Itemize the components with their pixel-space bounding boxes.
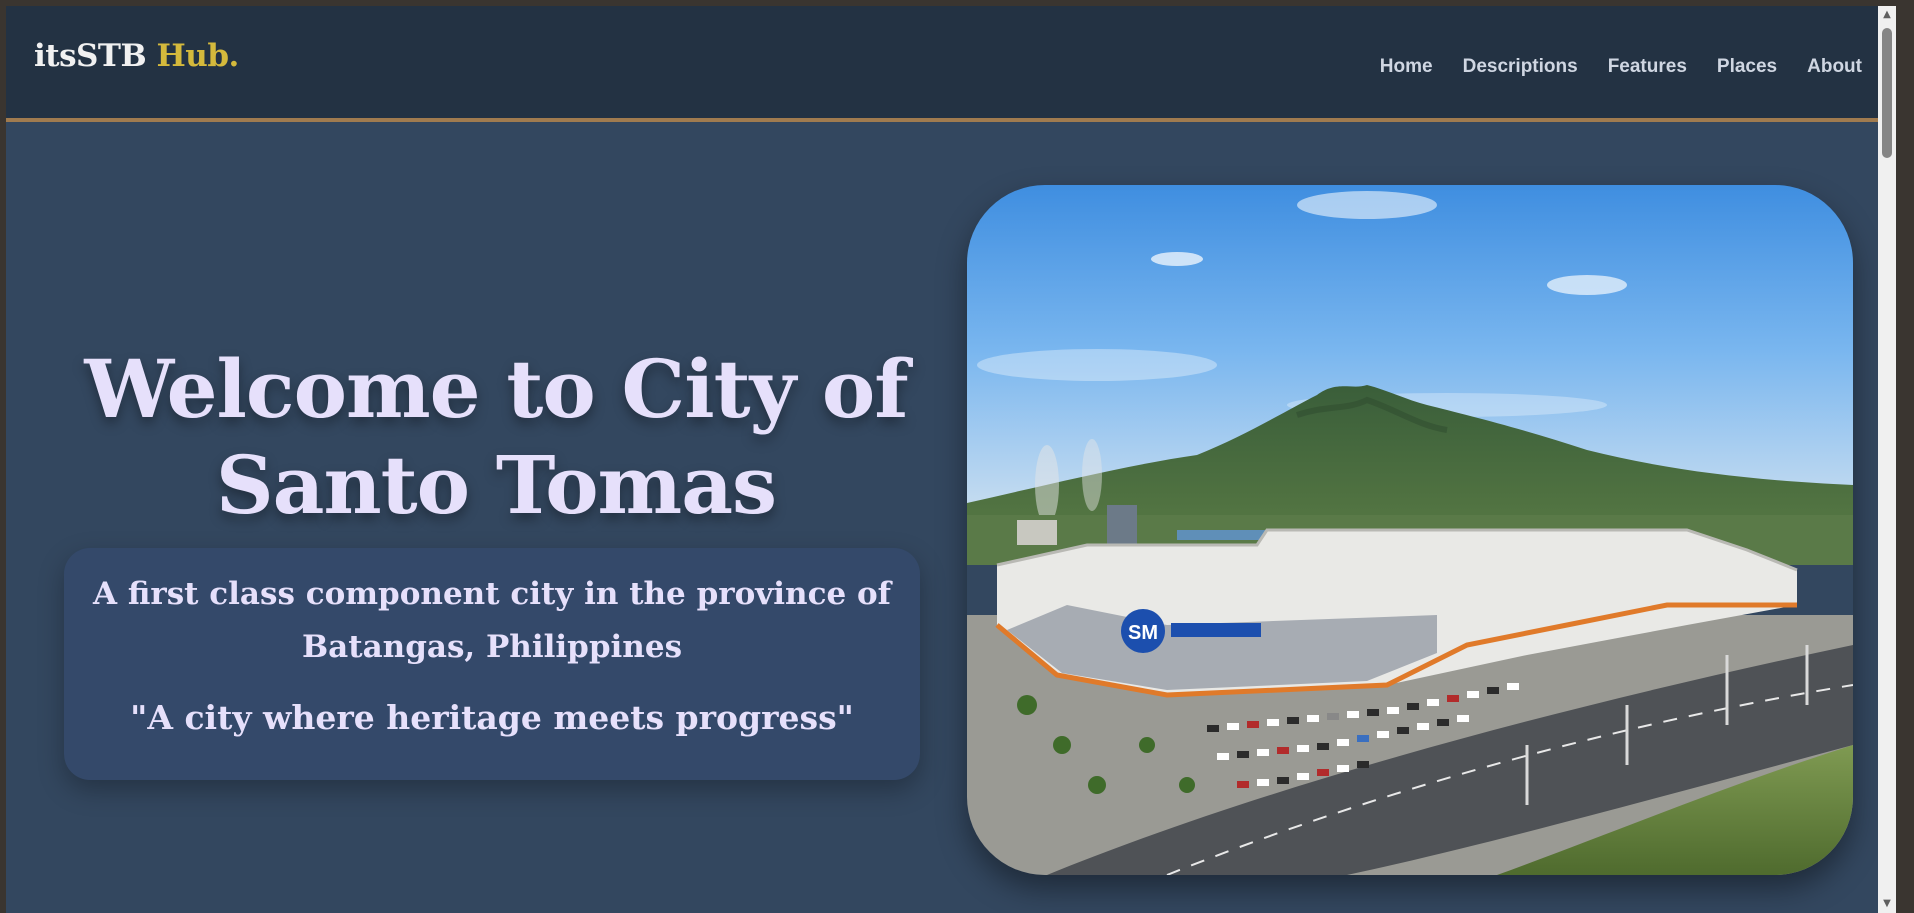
nav-menu: Home Descriptions Features Places About [1380, 56, 1862, 78]
vertical-scrollbar[interactable]: ▲ ▼ [1878, 6, 1896, 913]
info-card: A first class component city in the prov… [64, 548, 920, 780]
navbar: itsSTB Hub. Home Descriptions Features P… [6, 6, 1896, 122]
nav-link-features[interactable]: Features [1608, 56, 1687, 78]
nav-link-home[interactable]: Home [1380, 56, 1433, 78]
nav-link-about[interactable]: About [1807, 56, 1862, 78]
brand-accent: Hub. [156, 38, 240, 74]
hero-photo: SM [967, 185, 1853, 875]
city-tagline: A first class component city in the prov… [92, 576, 891, 665]
brand-name: itsSTB [34, 38, 147, 74]
cloud [1297, 191, 1437, 219]
svg-text:SM: SM [1128, 622, 1158, 644]
scroll-down-icon[interactable]: ▼ [1878, 895, 1896, 913]
browser-viewport: itsSTB Hub. Home Descriptions Features P… [6, 6, 1896, 913]
nav-link-places[interactable]: Places [1717, 56, 1777, 78]
scroll-up-icon[interactable]: ▲ [1878, 6, 1896, 24]
hero-title-line2: Santo Tomas [215, 438, 777, 532]
hero-title-line1: Welcome to City of [84, 342, 908, 436]
hero-title: Welcome to City of Santo Tomas [66, 341, 926, 533]
cloud [1151, 252, 1203, 266]
cloud [1547, 275, 1627, 295]
scrollbar-thumb[interactable] [1882, 28, 1892, 158]
cloud [977, 349, 1217, 381]
nav-link-descriptions[interactable]: Descriptions [1463, 56, 1578, 78]
site-logo[interactable]: itsSTB Hub. [34, 38, 239, 74]
city-motto: "A city where heritage meets progress" [130, 698, 854, 737]
